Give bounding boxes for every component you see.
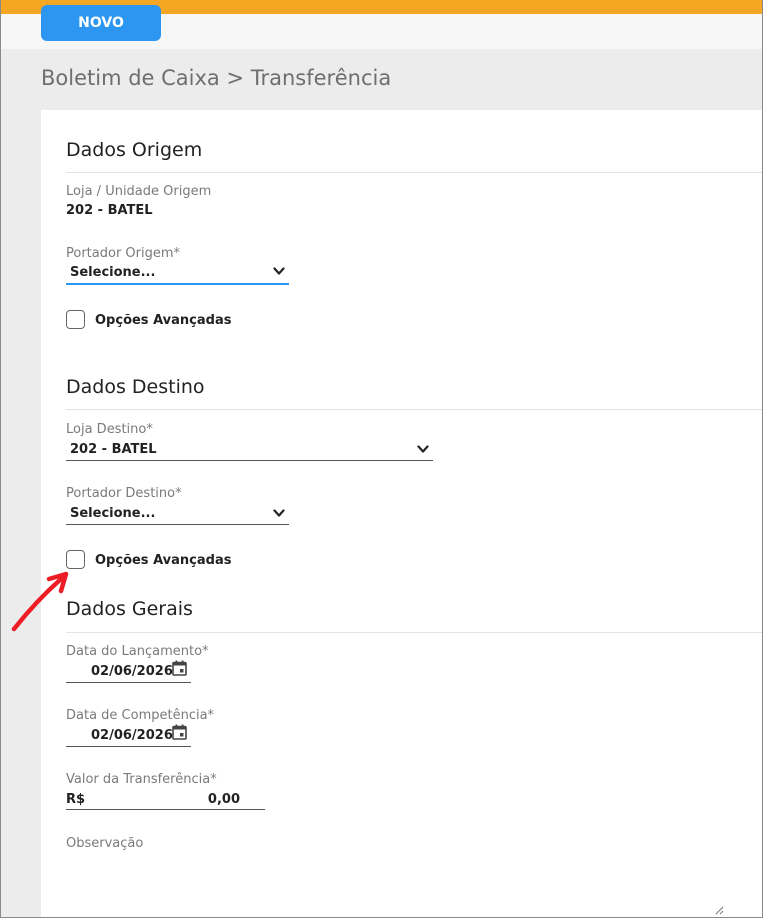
valor-transferencia-input[interactable]: R$ 0,00: [66, 790, 265, 810]
portador-destino-selected: Selecione...: [70, 506, 156, 521]
loja-destino-select[interactable]: 202 - BATEL: [66, 437, 433, 461]
opcoes-avancadas-destino-label[interactable]: Opções Avançadas: [95, 553, 231, 568]
calendar-icon[interactable]: [172, 660, 187, 676]
observacao-textarea[interactable]: [66, 862, 726, 917]
opcoes-avancadas-origem-label[interactable]: Opções Avançadas: [95, 313, 231, 328]
valor-transferencia-label: Valor da Transferência*: [66, 772, 217, 787]
section-title-gerais: Dados Gerais: [66, 598, 193, 620]
chevron-down-icon: [273, 267, 285, 275]
currency-prefix: R$: [66, 792, 86, 807]
divider: [66, 172, 762, 173]
chevron-down-icon: [273, 509, 285, 517]
loja-origem-value: 202 - BATEL: [66, 203, 153, 218]
loja-destino-label: Loja Destino*: [66, 422, 153, 437]
divider: [66, 632, 762, 633]
annotation-arrow: [11, 571, 69, 632]
data-competencia-label: Data de Competência*: [66, 708, 215, 723]
data-lancamento-input[interactable]: 02/06/2026: [66, 659, 191, 683]
opcoes-avancadas-origem-checkbox[interactable]: [66, 310, 85, 329]
portador-destino-select[interactable]: Selecione...: [66, 501, 289, 525]
new-button[interactable]: NOVO: [41, 5, 161, 41]
data-competencia-value: 02/06/2026: [91, 728, 173, 743]
loja-destino-selected: 202 - BATEL: [70, 442, 157, 457]
portador-origem-selected: Selecione...: [70, 265, 156, 280]
data-lancamento-label: Data do Lançamento*: [66, 644, 209, 659]
data-competencia-input[interactable]: 02/06/2026: [66, 723, 191, 747]
portador-destino-label: Portador Destino*: [66, 486, 182, 501]
page-title: Boletim de Caixa > Transferência: [41, 66, 392, 90]
app-window: NOVO Boletim de Caixa > Transferência Da…: [0, 0, 763, 918]
data-lancamento-value: 02/06/2026: [91, 664, 173, 679]
section-title-destino: Dados Destino: [66, 376, 205, 398]
loja-origem-label: Loja / Unidade Origem: [66, 184, 212, 199]
portador-origem-label: Portador Origem*: [66, 246, 181, 261]
valor-transferencia-value: 0,00: [207, 792, 240, 807]
portador-origem-select[interactable]: Selecione...: [66, 261, 289, 285]
resize-grip-icon[interactable]: [714, 905, 724, 915]
divider: [66, 409, 762, 410]
section-title-origem: Dados Origem: [66, 139, 203, 161]
chevron-down-icon: [417, 445, 429, 453]
observacao-label: Observação: [66, 836, 144, 851]
calendar-icon[interactable]: [172, 724, 187, 740]
